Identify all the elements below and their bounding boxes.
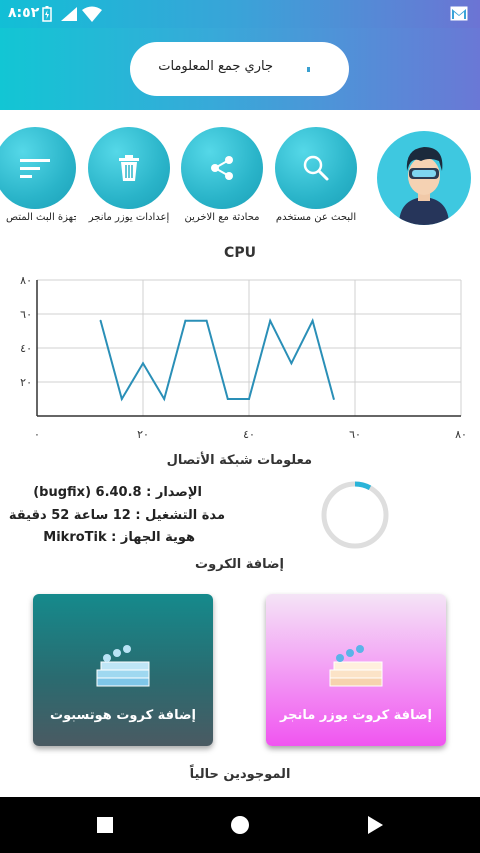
- network-title: معلومات شبكة الأتصال: [166, 453, 312, 468]
- broadcast-devices-button[interactable]: [0, 127, 76, 209]
- cpu-data-point: [311, 319, 314, 322]
- add-um-cards-button[interactable]: إضافة كروت يوزر مانجر: [266, 594, 446, 746]
- hotspot-card-label: إضافة كروت هوتسبوت: [50, 708, 196, 723]
- identity-line: هوية الجهاز : MikroTik: [43, 530, 195, 545]
- x-tick-label: ٠: [34, 428, 40, 441]
- action-label-search: البحث عن مستخدم: [275, 212, 357, 223]
- recents-button[interactable]: [96, 813, 114, 837]
- y-tick-label: ٦٠: [20, 308, 32, 321]
- status-bar: ٨:٥٢: [0, 0, 480, 28]
- y-tick-label: ٢٠: [20, 376, 32, 389]
- cpu-data-point: [142, 362, 144, 365]
- home-button[interactable]: [229, 813, 251, 837]
- search-user-button[interactable]: [275, 127, 357, 209]
- gmail-icon: [450, 6, 468, 21]
- battery-charging-icon: [42, 6, 52, 22]
- cpu-data-point: [205, 319, 208, 322]
- loading-text: جاري جمع المعلومات: [158, 59, 273, 74]
- um-settings-button[interactable]: [88, 127, 170, 209]
- avatar[interactable]: [377, 131, 471, 225]
- cpu-data-point: [99, 319, 102, 322]
- cards-title: إضافة الكروت: [195, 557, 284, 572]
- share-icon: [211, 156, 233, 180]
- avatar-icon: [399, 147, 449, 225]
- cpu-data-point: [120, 398, 123, 400]
- cpu-data-point: [226, 398, 229, 400]
- cpu-chart: ٠ ٢٠ ٤٠ ٦٠ ٨٠ ٢٠ ٤٠ ٦٠ ٨٠: [20, 274, 467, 441]
- cpu-series-line: [99, 318, 335, 402]
- action-label-chat: محادثة مع الاخرين: [184, 212, 260, 223]
- action-label-broadcast: اجهزة البث المتص: [6, 212, 76, 223]
- search-icon: [303, 155, 329, 181]
- signal-icon: [61, 7, 77, 21]
- loading-ring: [321, 481, 389, 549]
- cpu-data-point: [163, 398, 166, 400]
- loading-indicator: [307, 67, 310, 72]
- navigation-bar: [0, 797, 480, 853]
- y-tick-label: ٨٠: [20, 274, 32, 287]
- y-tick-label: ٤٠: [20, 342, 32, 355]
- chart-title: CPU: [224, 245, 256, 261]
- uptime-line: مدة التشغيل : 12 ساعة 52 دقيقة: [8, 508, 225, 523]
- cpu-data-point: [290, 362, 293, 365]
- cpu-data-point: [269, 319, 272, 322]
- back-button[interactable]: [365, 813, 385, 837]
- x-tick-label: ٨٠: [455, 428, 467, 441]
- version-line: الإصدار : 6.40.8 (bugfix): [33, 485, 202, 500]
- action-label-um-settings: إعدادات يوزر مانجر: [88, 212, 170, 223]
- cpu-data-point: [248, 398, 250, 400]
- cards-stack-icon: [96, 645, 150, 687]
- cards-stack-icon: [329, 645, 383, 687]
- loading-pill: جاري جمع المعلومات: [130, 42, 349, 96]
- um-card-label: إضافة كروت يوزر مانجر: [280, 708, 432, 723]
- present-title: الموجودين حالياً: [189, 767, 291, 782]
- chat-button[interactable]: [181, 127, 263, 209]
- status-time: ٨:٥٢: [8, 5, 40, 21]
- add-hotspot-cards-button[interactable]: إضافة كروت هوتسبوت: [33, 594, 213, 746]
- header: جاري جمع المعلومات: [0, 28, 480, 110]
- x-tick-label: ٤٠: [243, 428, 255, 441]
- x-tick-label: ٦٠: [349, 428, 361, 441]
- wifi-icon: [82, 6, 102, 22]
- x-tick-label: ٢٠: [137, 428, 149, 441]
- trash-icon: [119, 155, 139, 181]
- cpu-data-point: [184, 319, 187, 322]
- cpu-data-point: [332, 398, 335, 400]
- sort-lines-icon: [20, 159, 50, 178]
